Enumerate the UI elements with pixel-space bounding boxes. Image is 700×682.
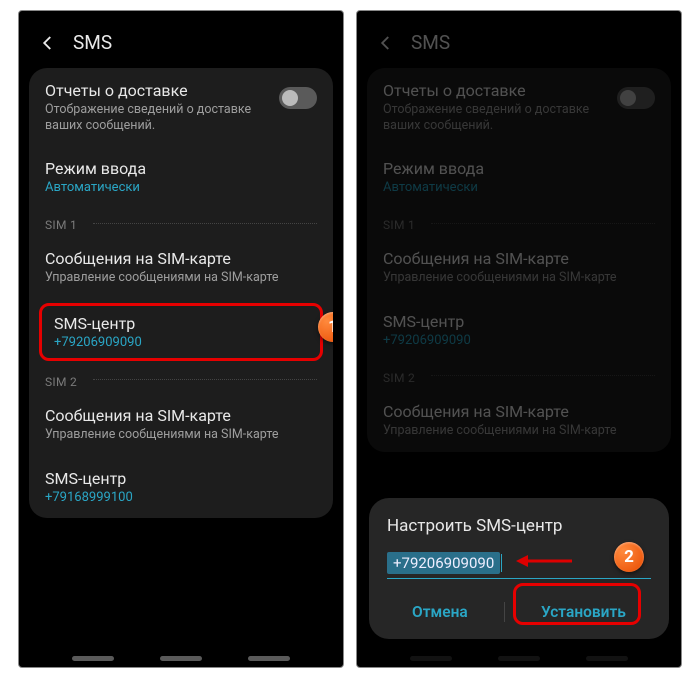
sim1-messages-row[interactable]: Сообщения на SIM-карте Управление сообще… (29, 236, 333, 299)
sms-center-1-row[interactable]: SMS-центр +79206909090 1 (39, 303, 323, 361)
page-title: SMS (73, 31, 112, 54)
sim1-label: SIM 1 (367, 208, 431, 236)
sms-center-input[interactable]: +79206909090 (387, 552, 500, 574)
delivery-title: Отчеты о доставке (45, 81, 279, 100)
sim1-messages-title: Сообщения на SIM-карте (45, 249, 317, 268)
sim2-label: SIM 2 (29, 365, 93, 393)
step-badge-2: 2 (614, 542, 644, 572)
sms-center-2-title: SMS-центр (45, 469, 317, 488)
sim2-messages-title: Сообщения на SIM-карте (383, 402, 655, 421)
sms-center-2-row[interactable]: SMS-центр +79168999100 (29, 456, 333, 518)
sim2-messages-row: Сообщения на SIM-карте Управление сообще… (367, 389, 671, 452)
back-icon (375, 32, 397, 54)
highlight-box: 2 (513, 583, 641, 625)
delivery-title: Отчеты о доставке (383, 81, 617, 100)
dialog-title: Настроить SMS-центр (387, 516, 651, 536)
text-cursor (501, 554, 502, 572)
sms-center-1-value: +79206909090 (54, 335, 308, 350)
arrow-left-icon (516, 552, 574, 574)
input-mode-row[interactable]: Режим ввода Автоматически (29, 146, 333, 208)
input-mode-title: Режим ввода (383, 159, 655, 178)
input-mode-title: Режим ввода (45, 159, 317, 178)
nav-home-icon (498, 656, 540, 661)
sim1-messages-row: Сообщения на SIM-карте Управление сообще… (367, 236, 671, 299)
cancel-button[interactable]: Отмена (398, 595, 482, 629)
sms-center-1-row: SMS-центр +79206909090 (367, 299, 671, 361)
sim2-label: SIM 2 (367, 361, 431, 389)
sim1-messages-title: Сообщения на SIM-карте (383, 249, 655, 268)
page-title: SMS (411, 31, 450, 54)
delivery-reports-row: Отчеты о доставке Отображение сведений о… (367, 68, 671, 146)
divider (504, 602, 505, 622)
sim2-messages-desc: Управление сообщениями на SIM-карте (45, 427, 317, 443)
android-navbar (357, 656, 681, 661)
nav-recent-icon[interactable] (72, 656, 114, 661)
nav-back-icon (586, 656, 628, 661)
back-icon[interactable] (37, 32, 59, 54)
input-mode-value: Автоматически (383, 180, 655, 195)
sms-center-1-value: +79206909090 (383, 333, 655, 348)
input-mode-row: Режим ввода Автоматически (367, 146, 671, 208)
delivery-desc: Отображение сведений о доставке ваших со… (383, 102, 617, 133)
delivery-reports-row[interactable]: Отчеты о доставке Отображение сведений о… (29, 68, 333, 146)
sms-center-2-value: +79168999100 (45, 490, 317, 505)
sim1-messages-desc: Управление сообщениями на SIM-карте (45, 270, 317, 286)
sim2-messages-title: Сообщения на SIM-карте (45, 406, 317, 425)
sms-center-1-title: SMS-центр (54, 314, 308, 333)
nav-back-icon[interactable] (248, 656, 290, 661)
sms-center-dialog: Настроить SMS-центр +79206909090 Отмена … (369, 498, 669, 639)
android-navbar (19, 656, 343, 661)
sms-center-1-title: SMS-центр (383, 312, 655, 331)
input-mode-value: Автоматически (45, 180, 317, 195)
sim1-messages-desc: Управление сообщениями на SIM-карте (383, 270, 655, 286)
delivery-toggle[interactable] (279, 87, 317, 109)
sim2-messages-row[interactable]: Сообщения на SIM-карте Управление сообще… (29, 393, 333, 456)
sim1-label: SIM 1 (29, 208, 93, 236)
delivery-desc: Отображение сведений о доставке ваших со… (45, 102, 279, 133)
step-badge-1: 1 (318, 312, 333, 342)
nav-home-icon[interactable] (160, 656, 202, 661)
delivery-toggle (617, 87, 655, 109)
nav-recent-icon (410, 656, 452, 661)
sim2-messages-desc: Управление сообщениями на SIM-карте (383, 423, 655, 439)
